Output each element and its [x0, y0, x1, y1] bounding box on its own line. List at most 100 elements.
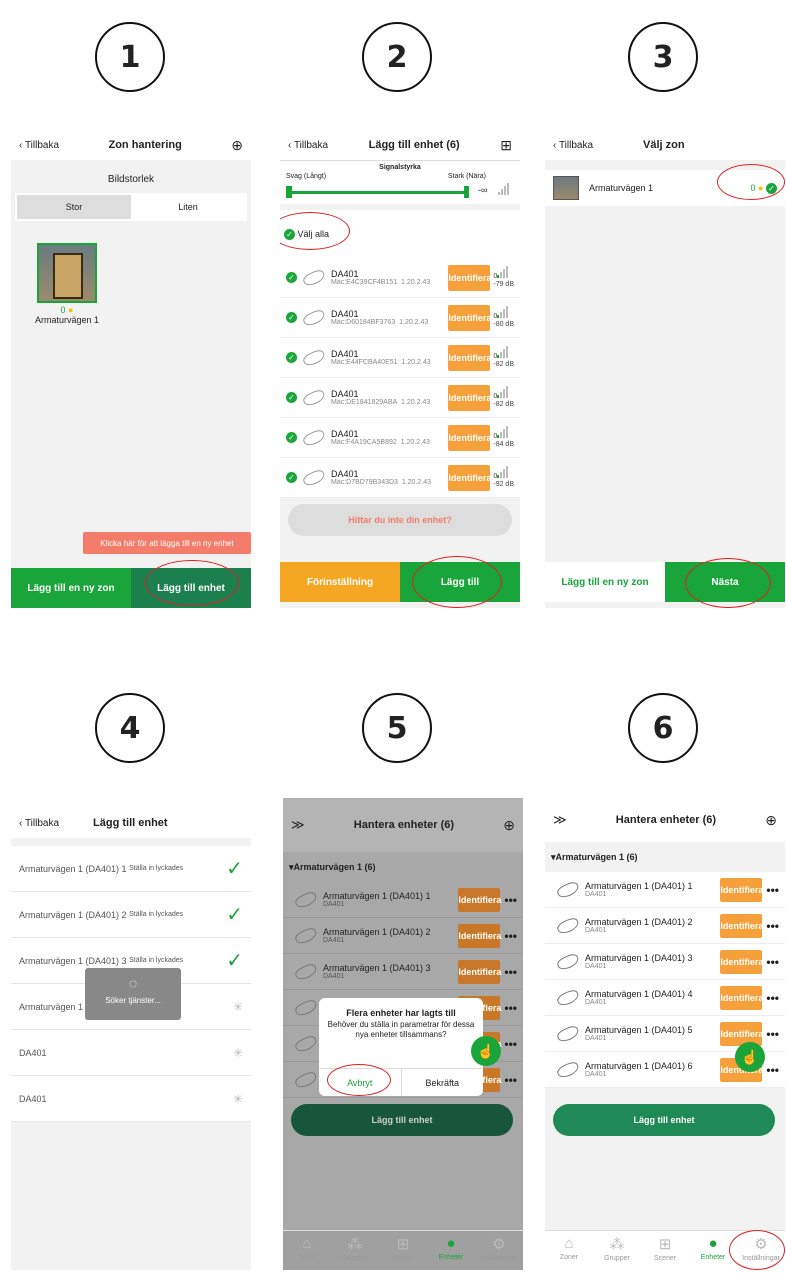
identify-button[interactable]: Identifiera [720, 949, 763, 974]
device-row[interactable]: ✓ DA401 Mac:E44FCBA40E51 1.20.2.43 Identifi… [280, 338, 520, 378]
device-row[interactable]: Armaturvägen 1 (DA401) 1 DA401 Identifiera… [283, 882, 523, 918]
add-circle-icon[interactable]: ⊕ [503, 817, 515, 834]
device-model: DA401 [323, 937, 345, 944]
tab-1[interactable]: ⁂ Grupper [331, 1231, 379, 1270]
spinner-icon: ✳ [232, 1091, 243, 1106]
tab-0[interactable]: ⌂ Zoner [283, 1231, 331, 1270]
signal-panel: Signalstyrka Svag (Långt) Stark (Nära) -∞ [280, 160, 520, 204]
signal-slider[interactable] [288, 191, 468, 194]
device-row[interactable]: Armaturvägen 1 (DA401) 2 DA401 Identifiera… [545, 908, 785, 944]
group-header[interactable]: ▾Armaturvägen 1 (6) [545, 842, 785, 872]
tab-0[interactable]: ⌂ Zoner [545, 1231, 593, 1270]
add-zone-button[interactable]: Lägg till en ny zon [545, 562, 665, 602]
segment-large[interactable]: Stor [17, 195, 131, 219]
tab-4[interactable]: ⚙ Inställningar [475, 1231, 523, 1270]
fab-hand-icon[interactable]: ☝ [471, 1036, 501, 1066]
more-icon[interactable]: ••• [504, 1001, 517, 1015]
signal-bars-icon [498, 183, 509, 195]
check-icon: ✓ [286, 312, 297, 323]
more-icon[interactable]: ••• [504, 929, 517, 943]
confirm-button[interactable]: Bekräfta [402, 1069, 484, 1096]
identify-button[interactable]: Identifiera [720, 913, 763, 938]
identify-button[interactable]: Identifiera [448, 344, 491, 371]
back-button[interactable]: ‹ Tillbaka [19, 818, 59, 829]
identify-button[interactable]: Identifiera [448, 304, 491, 331]
header: ≫ Hantera enheter (6) ⊕ [283, 798, 523, 852]
identify-button[interactable]: Identifiera [448, 464, 491, 491]
identify-button[interactable]: Identifiera [458, 923, 501, 948]
back-button[interactable]: ‹ Tillbaka [19, 140, 59, 151]
slider-end-handle[interactable] [464, 186, 469, 198]
device-row[interactable]: Armaturvägen 1 (DA401) 3 DA401 Identifiera… [283, 954, 523, 990]
collapse-icon[interactable]: ≫ [553, 812, 567, 828]
add-circle-icon[interactable]: ⊕ [231, 137, 243, 154]
tab-2[interactable]: ⊞ Scener [641, 1231, 689, 1270]
back-button[interactable]: ‹ Tillbaka [288, 140, 328, 151]
device-row[interactable]: ✓ DA401 Mac:E4C39CF4B151 1.20.2.43 Identifi… [280, 258, 520, 298]
home-icon: ⌂ [564, 1235, 574, 1252]
segment-small[interactable]: Liten [131, 195, 245, 219]
more-icon[interactable]: ••• [504, 893, 517, 907]
device-row[interactable]: ✓ DA401 Mac:D60184BF3763 1.20.2.43 Identifi… [280, 298, 520, 338]
device-row[interactable]: ✓ DA401 Mac:F4A19CA5B892 1.20.2.43 Identifi… [280, 418, 520, 458]
more-icon[interactable]: ••• [766, 1027, 779, 1041]
device-row[interactable]: Armaturvägen 1 (DA401) 3 DA401 Identifiera… [545, 944, 785, 980]
add-device-button[interactable]: Lägg till enhet [291, 1104, 513, 1136]
back-button[interactable]: ‹ Tillbaka [553, 140, 593, 151]
device-name: DA401 [331, 469, 359, 479]
more-icon[interactable]: ••• [766, 955, 779, 969]
tab-3[interactable]: ● Enheter [427, 1231, 475, 1270]
group-icon: ⁂ [609, 1236, 625, 1253]
group-header[interactable]: ▾Armaturvägen 1 (6) [283, 852, 523, 882]
more-icon[interactable]: ••• [766, 991, 779, 1005]
tab-2[interactable]: ⊞ Scener [379, 1231, 427, 1270]
device-row[interactable]: ✓ DA401 Mac:D7BD79B343D3 1.20.2.43 Identifi… [280, 458, 520, 498]
not-found-button[interactable]: Hittar du inte din enhet? [288, 504, 512, 536]
device-name: Armaturvägen 1 (DA401) 6 [585, 1061, 693, 1071]
collapse-icon[interactable]: ≫ [291, 817, 305, 833]
bulb-icon: ● [446, 1235, 456, 1252]
group-icon: ⁂ [347, 1236, 363, 1253]
identify-button[interactable]: Identifiera [720, 985, 763, 1010]
add-zone-button[interactable]: Lägg till en ny zon [11, 568, 131, 608]
identify-button[interactable]: Identifiera [448, 384, 491, 411]
device-row[interactable]: Armaturvägen 1 (DA401) 1 DA401 Identifiera… [545, 872, 785, 908]
lamp-icon [301, 427, 327, 448]
zone-card[interactable]: 0 ● Armaturvägen 1 [35, 243, 99, 325]
signal-title: Signalstyrka [379, 164, 421, 171]
more-icon[interactable]: ••• [766, 883, 779, 897]
identify-button[interactable]: Identifiera [720, 1021, 763, 1046]
device-name: Armaturvägen 1 (DA401) 3 [323, 963, 431, 973]
slider-handle[interactable] [286, 186, 292, 198]
identify-button[interactable]: Identifiera [458, 959, 501, 984]
row-name: Armaturvägen 1 (DA401) 1 [19, 863, 127, 874]
signal-bars-icon [497, 426, 509, 438]
more-icon[interactable]: ••• [504, 965, 517, 979]
identify-button[interactable]: Identifiera [720, 877, 763, 902]
device-model: DA401 [585, 963, 607, 970]
row-name: Armaturvägen 1 (DA401) 2 [19, 909, 127, 920]
device-row[interactable]: ✓ DA401 Mac:DE1841829ABA 1.20.2.43 Identifi… [280, 378, 520, 418]
size-segment: Stor Liten [15, 193, 247, 221]
row-name: Armaturvägen 1 (DA401) 3 [19, 955, 127, 966]
device-row[interactable]: Armaturvägen 1 (DA401) 4DA401 Identifiera… [545, 980, 785, 1016]
tab-label: Scener [653, 1255, 677, 1262]
device-row[interactable]: Armaturvägen 1 (DA401) 2 DA401 Identifiera… [283, 918, 523, 954]
tab-1[interactable]: ⁂ Grupper [593, 1231, 641, 1270]
more-icon[interactable]: ••• [504, 1037, 517, 1051]
briefcase-icon[interactable]: ⊞ [500, 137, 512, 154]
identify-button[interactable]: Identifiera [448, 264, 491, 291]
more-icon[interactable]: ••• [504, 1073, 517, 1087]
fab-hand-icon[interactable]: ☝ [735, 1042, 765, 1072]
more-icon[interactable]: ••• [766, 1063, 779, 1077]
tab-label: Inställningar [480, 1255, 518, 1262]
loading-overlay: ◌ Söker tjänster... [85, 968, 181, 1020]
add-device-button[interactable]: Lägg till enhet [553, 1104, 775, 1136]
spinner-icon: ✳ [232, 1045, 243, 1060]
preset-button[interactable]: Förinställning [280, 562, 400, 602]
add-circle-icon[interactable]: ⊕ [765, 812, 777, 829]
identify-button[interactable]: Identifiera [448, 424, 491, 451]
nav-bar: ‹ Tillbaka Lägg till enhet (6) ⊞ [280, 130, 520, 160]
identify-button[interactable]: Identifiera [458, 887, 501, 912]
more-icon[interactable]: ••• [766, 919, 779, 933]
